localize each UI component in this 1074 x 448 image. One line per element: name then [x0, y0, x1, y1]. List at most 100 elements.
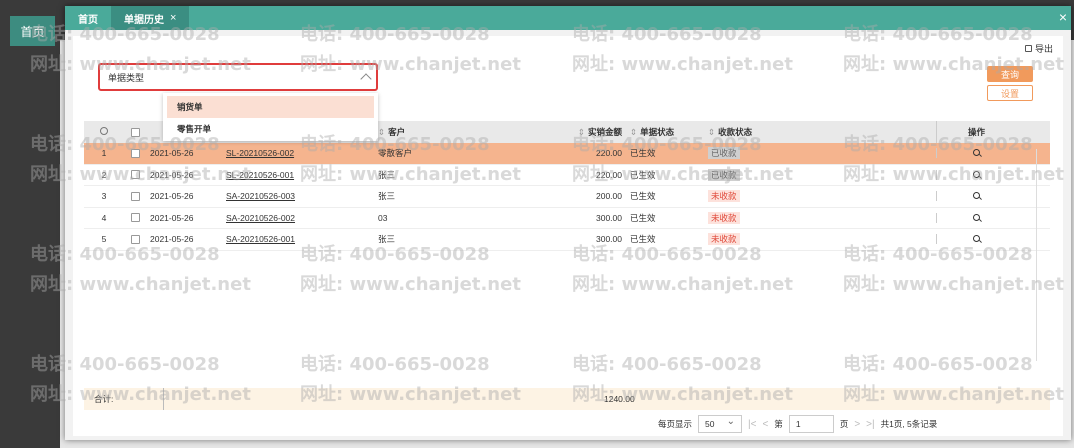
row-customer: 张三 — [378, 191, 396, 202]
header-doc-status[interactable]: 单据状态 — [626, 126, 704, 138]
main-content: 导出 单据类型 销货单 零售开单 查询 设置 客户 实销金额 单据状态 收款状态… — [73, 36, 1063, 436]
row-pay-status-cell: 未收款 — [704, 211, 936, 224]
export-label: 导出 — [1034, 44, 1053, 54]
header-pay-status[interactable]: 收款状态 — [704, 126, 936, 138]
select-all-checkbox[interactable] — [130, 127, 140, 137]
row-doc-status: 已生效 — [630, 234, 656, 245]
row-pay-status-cell: 未收款 — [704, 233, 936, 246]
header-amount[interactable]: 实销金额 — [554, 126, 626, 138]
history-modal: 首页 单据历史 × × 导出 单据类型 销货单 零售开单 查询 设置 ⇕ 客户 … — [65, 6, 1071, 440]
column-settings-cell — [84, 127, 124, 137]
row-doc-no-link[interactable]: SA-20210526-002 — [222, 213, 374, 223]
row-checkbox-cell — [124, 234, 146, 244]
status-badge: 已收款 — [708, 147, 740, 160]
row-index: 1 — [101, 148, 107, 159]
row-date: 2021-05-26 — [150, 191, 194, 202]
query-button[interactable]: 查询 — [987, 66, 1033, 82]
background-home-tab[interactable]: 首页 — [10, 16, 55, 46]
gear-icon[interactable] — [100, 127, 108, 135]
table-row[interactable]: 3 2021-05-26 SA-20210526-003 张三 200.00 已… — [84, 186, 1050, 208]
header-customer[interactable]: 客户 — [374, 126, 554, 138]
row-amount: 300.00 — [596, 212, 622, 223]
page-prefix: 第 — [774, 419, 783, 429]
row-customer: 张三 — [378, 234, 396, 245]
row-date: 2021-05-26 — [150, 212, 194, 223]
modal-close-icon[interactable]: × — [1059, 10, 1067, 24]
table-row[interactable]: 5 2021-05-26 SA-20210526-001 张三 300.00 已… — [84, 229, 1050, 251]
tab-home[interactable]: 首页 — [65, 6, 111, 30]
doc-type-dropdown: 销货单 零售开单 — [163, 93, 378, 141]
row-action-cell — [936, 212, 1016, 223]
chevron-up-icon — [360, 73, 372, 85]
last-page-button[interactable]: >| — [866, 419, 874, 430]
row-checkbox[interactable] — [130, 148, 140, 158]
row-amount: 200.00 — [596, 191, 622, 202]
status-badge: 未收款 — [708, 233, 740, 246]
tab-doc-history-label: 单据历史 — [124, 14, 164, 26]
pager-summary: 共1页, 5条记录 — [880, 419, 938, 429]
row-doc-no-link[interactable]: SL-20210526-002 — [222, 148, 374, 158]
row-doc-status: 已生效 — [630, 148, 656, 159]
row-checkbox-cell — [124, 213, 146, 223]
row-index: 3 — [101, 191, 107, 202]
row-doc-no-link[interactable]: SL-20210526-001 — [222, 170, 374, 180]
search-icon[interactable] — [973, 235, 980, 243]
action-column-divider — [1036, 149, 1037, 361]
per-page-select[interactable]: 50 — [698, 415, 743, 433]
row-doc-no-link[interactable]: SA-20210526-001 — [222, 234, 374, 244]
row-customer: 张三 — [378, 169, 396, 180]
table-row[interactable]: 4 2021-05-26 SA-20210526-002 03 300.00 已… — [84, 208, 1050, 229]
first-page-button[interactable]: |< — [748, 419, 756, 430]
page-number-value: 1 — [795, 419, 801, 429]
row-checkbox-cell — [124, 148, 146, 158]
pagination: 每页显示 50 |< < 第 1 页 > >| 共1页, 5条记录 — [658, 414, 937, 434]
status-badge: 已收款 — [708, 168, 740, 181]
row-doc-no-link[interactable]: SA-20210526-003 — [222, 191, 374, 201]
row-amount: 220.00 — [596, 148, 622, 159]
modal-tab-bar: 首页 单据历史 × — [65, 6, 1071, 30]
row-action-cell — [936, 169, 1016, 180]
dropdown-option-sales[interactable]: 销货单 — [167, 96, 374, 118]
row-customer: 03 — [378, 212, 388, 223]
row-index: 2 — [101, 169, 107, 180]
table-row[interactable]: 1 2021-05-26 SL-20210526-002 零散客户 220.00… — [84, 143, 1050, 165]
total-amount: 1240.00 — [604, 394, 635, 404]
tab-home-label: 首页 — [78, 14, 98, 26]
search-icon[interactable] — [973, 149, 980, 157]
tab-doc-history[interactable]: 单据历史 × — [111, 6, 190, 30]
per-page-value: 50 — [705, 419, 715, 429]
export-button[interactable]: 导出 — [1024, 42, 1053, 55]
row-pay-status-cell: 已收款 — [704, 168, 936, 181]
row-doc-status: 已生效 — [630, 191, 656, 202]
row-amount: 300.00 — [596, 234, 622, 245]
search-icon[interactable] — [973, 213, 980, 221]
row-date: 2021-05-26 — [150, 148, 194, 159]
header-action: 操作 — [936, 121, 1016, 143]
export-icon — [1024, 45, 1032, 52]
row-amount: 220.00 — [596, 169, 622, 180]
row-index: 4 — [101, 212, 107, 223]
search-icon[interactable] — [973, 192, 980, 200]
row-doc-status: 已生效 — [630, 212, 656, 223]
settings-button[interactable]: 设置 — [987, 85, 1033, 101]
per-page-label: 每页显示 — [658, 419, 693, 429]
doc-type-select[interactable]: 单据类型 — [98, 63, 378, 91]
next-page-button[interactable]: > — [854, 419, 860, 430]
row-checkbox[interactable] — [130, 170, 140, 180]
table-row[interactable]: 2 2021-05-26 SL-20210526-001 张三 220.00 已… — [84, 165, 1050, 186]
search-icon[interactable] — [973, 170, 980, 178]
dropdown-option-retail[interactable]: 零售开单 — [163, 118, 378, 140]
doc-type-label: 单据类型 — [108, 72, 145, 83]
row-checkbox[interactable] — [130, 234, 140, 244]
page-number-input[interactable]: 1 — [788, 415, 834, 433]
row-pay-status-cell: 未收款 — [704, 190, 936, 203]
status-badge: 未收款 — [708, 211, 740, 224]
total-label: 合计: — [84, 388, 164, 410]
row-index: 5 — [101, 234, 107, 245]
tab-close-icon[interactable]: × — [170, 12, 176, 24]
row-checkbox[interactable] — [130, 191, 140, 201]
row-checkbox[interactable] — [130, 213, 140, 223]
row-checkbox-cell — [124, 191, 146, 201]
prev-page-button[interactable]: < — [762, 419, 768, 430]
page-suffix: 页 — [839, 419, 849, 429]
